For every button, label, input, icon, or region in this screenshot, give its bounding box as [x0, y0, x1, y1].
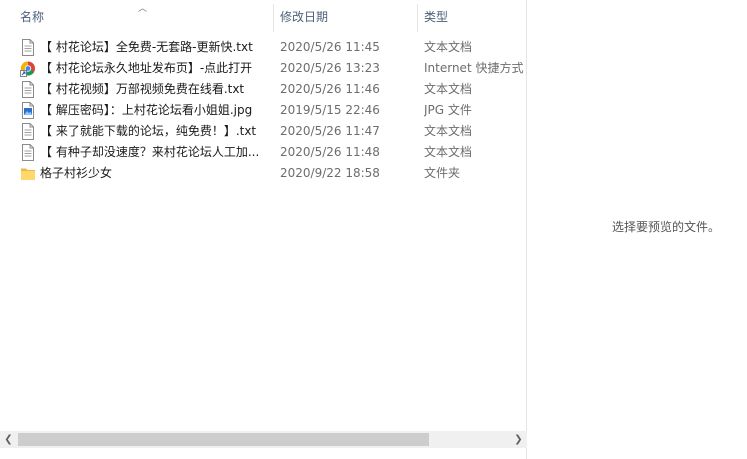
file-row[interactable]: 【 村花论坛永久地址发布页】-点此打开 2020/5/26 13:23 Inte…	[0, 58, 527, 79]
file-name: 【 解压密码】：上村花论坛看小姐姐.jpg	[40, 103, 253, 117]
file-type: 文件夹	[424, 166, 461, 180]
file-row[interactable]: 【 有种子却没速度？来村花论坛人工加... 2020/5/26 11:48 文本…	[0, 142, 527, 163]
file-name: 【 村花论坛】全免费-无套路-更新快.txt	[40, 40, 253, 54]
file-type: Internet 快捷方式	[424, 61, 524, 75]
text-file-icon	[22, 144, 34, 161]
file-list-pane: 名称 ︿ 修改日期 类型 【 村花论坛】全免费-无套路-更新快.txt 2020…	[0, 0, 527, 459]
file-date: 2020/5/26 11:48	[280, 145, 380, 159]
file-row[interactable]: 【 来了就能下载的论坛，纯免费！】.txt 2020/5/26 11:47 文本…	[0, 121, 527, 142]
file-type: 文本文档	[424, 145, 473, 159]
column-header-type[interactable]: 类型	[418, 0, 526, 34]
image-file-icon	[22, 102, 34, 119]
file-type: 文本文档	[424, 40, 473, 54]
horizontal-scrollbar[interactable]: ❮ ❯	[0, 431, 527, 448]
file-type: JPG 文件	[424, 103, 472, 117]
preview-pane-message: 选择要预览的文件。	[612, 220, 721, 234]
file-date: 2020/5/26 11:47	[280, 124, 380, 138]
column-header-date[interactable]: 修改日期	[274, 0, 416, 34]
file-date: 2020/5/26 11:45	[280, 40, 380, 54]
file-name: 【 村花视频】万部视频免费在线看.txt	[40, 82, 245, 96]
text-file-icon	[22, 39, 34, 56]
file-rows: 【 村花论坛】全免费-无套路-更新快.txt 2020/5/26 11:45 文…	[0, 37, 527, 184]
file-name: 【 村花论坛永久地址发布页】-点此打开	[40, 61, 253, 75]
scroll-right-icon[interactable]: ❯	[510, 431, 527, 448]
scroll-left-icon[interactable]: ❮	[0, 431, 17, 448]
file-row[interactable]: 格子村衫少女 2020/9/22 18:58 文件夹	[0, 163, 527, 184]
internet-shortcut-icon	[20, 61, 35, 77]
sort-ascending-icon: ︿	[138, 4, 148, 14]
file-name: 【 有种子却没速度？来村花论坛人工加...	[40, 145, 260, 159]
file-name: 【 来了就能下载的论坛，纯免费！】.txt	[40, 124, 257, 138]
file-date: 2019/5/15 22:46	[280, 103, 380, 117]
column-header-bar: 名称 ︿ 修改日期 类型	[0, 0, 527, 34]
file-row[interactable]: 【 村花视频】万部视频免费在线看.txt 2020/5/26 11:46 文本文…	[0, 79, 527, 100]
scrollbar-thumb[interactable]	[18, 433, 429, 446]
file-name: 格子村衫少女	[40, 166, 113, 180]
file-type: 文本文档	[424, 124, 473, 138]
folder-icon	[21, 168, 35, 180]
file-row[interactable]: 【 解压密码】：上村花论坛看小姐姐.jpg 2019/5/15 22:46 JP…	[0, 100, 527, 121]
file-row[interactable]: 【 村花论坛】全免费-无套路-更新快.txt 2020/5/26 11:45 文…	[0, 37, 527, 58]
file-date: 2020/9/22 18:58	[280, 166, 380, 180]
text-file-icon	[22, 123, 34, 140]
file-date: 2020/5/26 11:46	[280, 82, 380, 96]
file-type: 文本文档	[424, 82, 473, 96]
text-file-icon	[22, 81, 34, 98]
file-date: 2020/5/26 13:23	[280, 61, 380, 75]
